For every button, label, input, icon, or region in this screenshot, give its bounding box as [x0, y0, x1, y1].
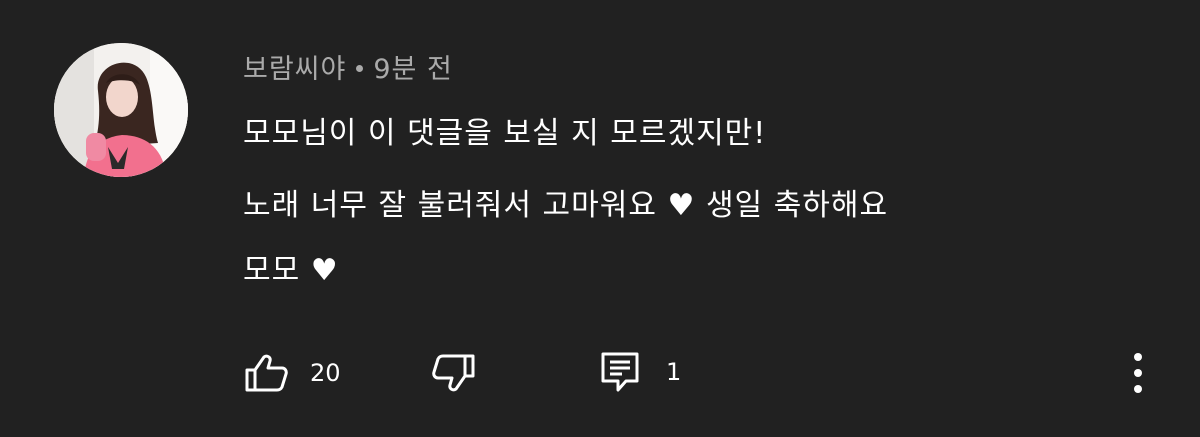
- comment-text-line: 노래 너무 잘 불러줘서 고마워요 ♥ 생일 축하해요: [243, 188, 889, 223]
- thumbs-down-icon: [432, 354, 475, 392]
- comment-meta: 보람씨야 9분 전: [243, 46, 453, 86]
- reply-count: 1: [666, 358, 682, 386]
- reply-button[interactable]: 1: [600, 351, 681, 393]
- like-count: 20: [310, 359, 341, 387]
- heart-icon: ♥: [310, 253, 339, 288]
- more-vertical-icon: [1134, 353, 1142, 393]
- comment-time[interactable]: 9분 전: [373, 47, 452, 86]
- thumbs-up-icon: [245, 354, 288, 392]
- separator-dot: [356, 64, 364, 72]
- author-name[interactable]: 보람씨야: [243, 47, 346, 86]
- more-options-button[interactable]: [1128, 351, 1148, 395]
- comment-actions: 20 1: [0, 345, 1200, 405]
- comment-item: 보람씨야 9분 전 모모님이 이 댓글을 보실 지 모르겠지만! 노래 너무 잘…: [0, 0, 1200, 437]
- reply-icon: [601, 352, 639, 392]
- dislike-button[interactable]: [432, 353, 476, 393]
- like-button[interactable]: 20: [244, 353, 341, 393]
- heart-icon: ♥: [667, 188, 696, 223]
- avatar[interactable]: [54, 43, 188, 177]
- comment-text-line: 모모 ♥: [243, 253, 339, 288]
- comment-text-line: 모모님이 이 댓글을 보실 지 모르겠지만!: [243, 116, 767, 151]
- avatar-photo: [54, 43, 188, 177]
